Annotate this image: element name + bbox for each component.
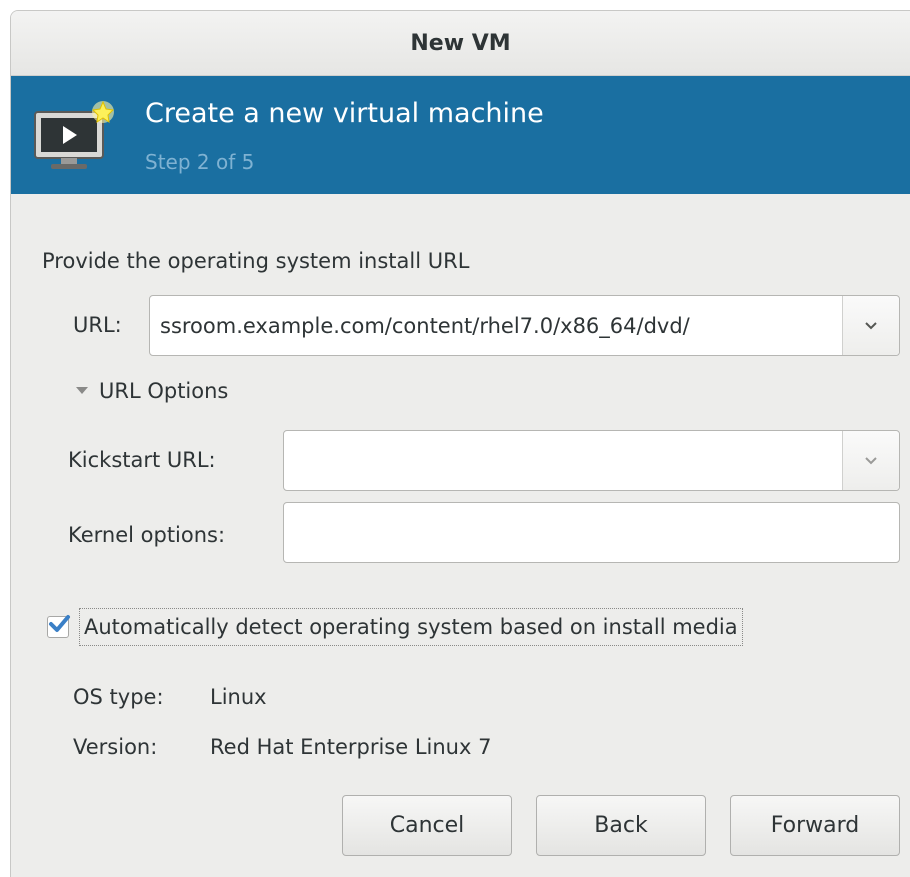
url-options-label: URL Options xyxy=(99,379,229,403)
kickstart-url-combobox[interactable] xyxy=(283,430,900,491)
header-banner: Create a new virtual machine Step 2 of 5 xyxy=(11,76,910,194)
autodetect-checkbox[interactable] xyxy=(47,615,70,638)
version-label: Version: xyxy=(73,735,158,759)
section-heading: Provide the operating system install URL xyxy=(42,249,470,273)
back-button[interactable]: Back xyxy=(536,795,706,856)
triangle-down-icon xyxy=(76,387,88,394)
step-indicator: Step 2 of 5 xyxy=(145,150,255,174)
url-dropdown-button[interactable] xyxy=(842,296,899,355)
vm-monitor-icon xyxy=(34,100,115,169)
kickstart-url-label: Kickstart URL: xyxy=(68,448,216,472)
kernel-options-input[interactable] xyxy=(283,502,900,563)
forward-button[interactable]: Forward xyxy=(730,795,900,856)
kernel-options-label: Kernel options: xyxy=(68,523,226,547)
kickstart-dropdown-button[interactable] xyxy=(842,431,899,490)
forward-button-label: Forward xyxy=(770,813,860,838)
chevron-down-icon xyxy=(865,456,877,464)
checkmark-icon xyxy=(49,615,70,632)
cancel-button[interactable]: Cancel xyxy=(342,795,512,856)
cancel-button-label: Cancel xyxy=(389,813,465,838)
chevron-down-icon xyxy=(865,321,877,329)
autodetect-label[interactable]: Automatically detect operating system ba… xyxy=(79,608,743,646)
url-label: URL: xyxy=(73,313,122,337)
version-value: Red Hat Enterprise Linux 7 xyxy=(210,735,492,759)
url-combobox[interactable]: ssroom.example.com/content/rhel7.0/x86_6… xyxy=(149,295,900,356)
url-options-expander[interactable]: URL Options xyxy=(75,379,228,403)
back-button-label: Back xyxy=(594,813,648,838)
url-input[interactable]: ssroom.example.com/content/rhel7.0/x86_6… xyxy=(150,314,842,338)
banner-title: Create a new virtual machine xyxy=(145,98,544,129)
os-type-label: OS type: xyxy=(73,685,164,709)
window-title: New VM xyxy=(410,30,511,56)
autodetect-checkbox-row[interactable]: Automatically detect operating system ba… xyxy=(47,608,743,646)
new-vm-dialog: New VM Create a new virtual machine Step… xyxy=(10,10,910,877)
os-type-value: Linux xyxy=(210,685,267,709)
title-bar[interactable]: New VM xyxy=(11,11,910,76)
